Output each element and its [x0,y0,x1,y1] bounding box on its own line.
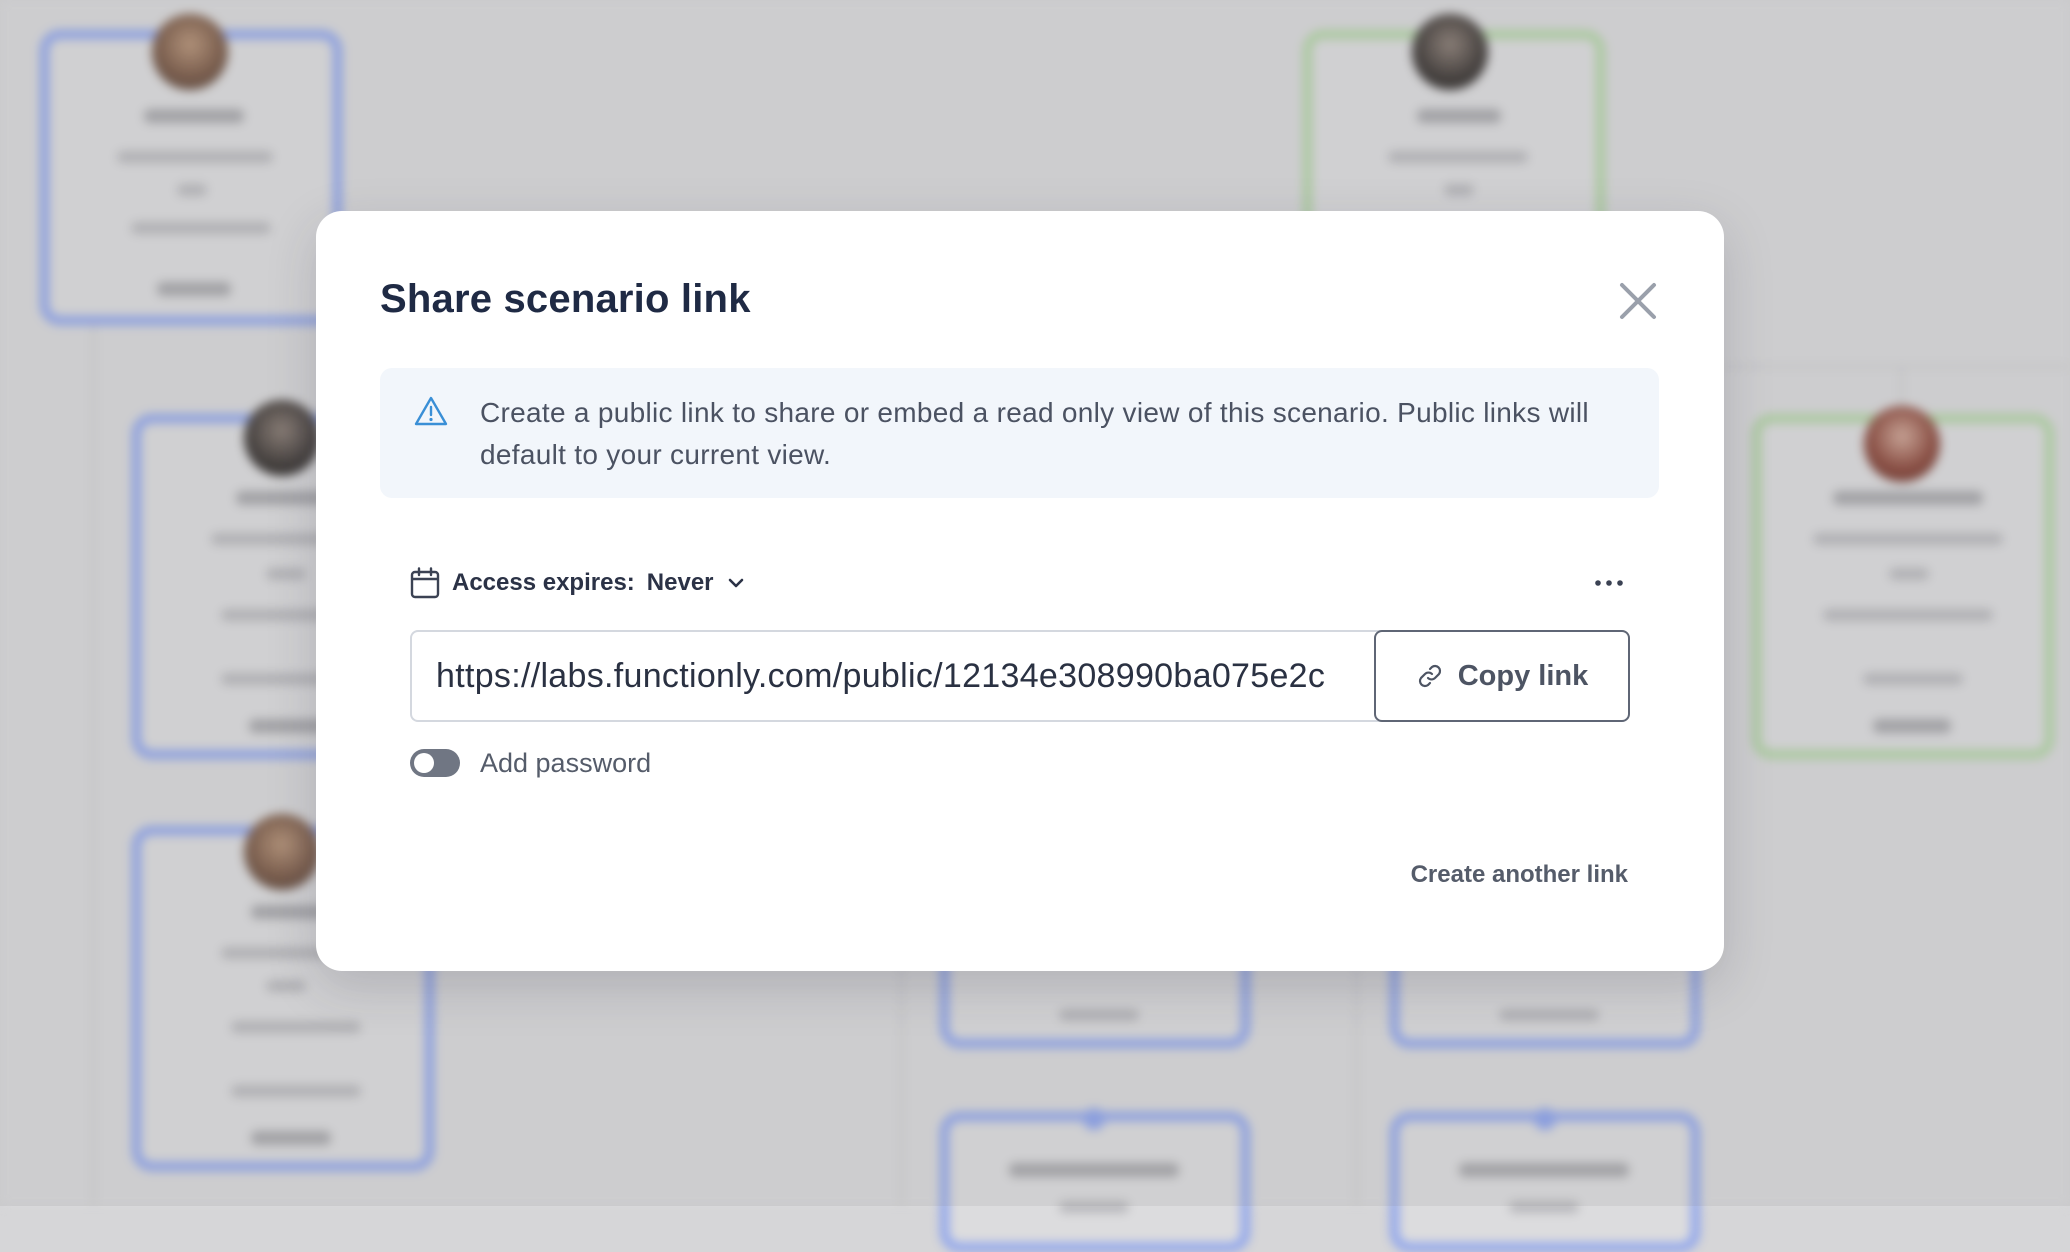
warning-triangle-icon [414,396,448,426]
access-expires-value[interactable]: Never [647,569,714,597]
access-expires-dropdown[interactable]: Access expires: Never [410,565,744,601]
info-banner: Create a public link to share or embed a… [380,368,1659,498]
more-options-button[interactable] [1594,571,1624,595]
add-password-label: Add password [480,747,652,778]
more-horizontal-icon [1595,580,1623,586]
info-text: Create a public link to share or embed a… [480,397,1589,470]
share-link-modal: Share scenario link Create a public link… [316,211,1724,971]
calendar-icon [410,567,440,599]
modal-title: Share scenario link [380,277,751,321]
close-button[interactable] [1616,279,1660,323]
access-expires-label: Access expires: [452,569,635,596]
add-password-row: Add password [410,743,651,783]
copy-link-label: Copy link [1457,659,1589,692]
link-icon [1418,664,1441,688]
add-password-toggle[interactable] [410,749,460,777]
chevron-down-icon [728,578,743,588]
create-another-link-button[interactable]: Create another link [1411,861,1628,889]
toggle-knob [414,753,434,773]
close-icon [1620,283,1656,319]
copy-link-button[interactable]: Copy link [1374,630,1630,722]
public-link-url-field[interactable]: https://labs.functionly.com/public/12134… [410,630,1380,722]
